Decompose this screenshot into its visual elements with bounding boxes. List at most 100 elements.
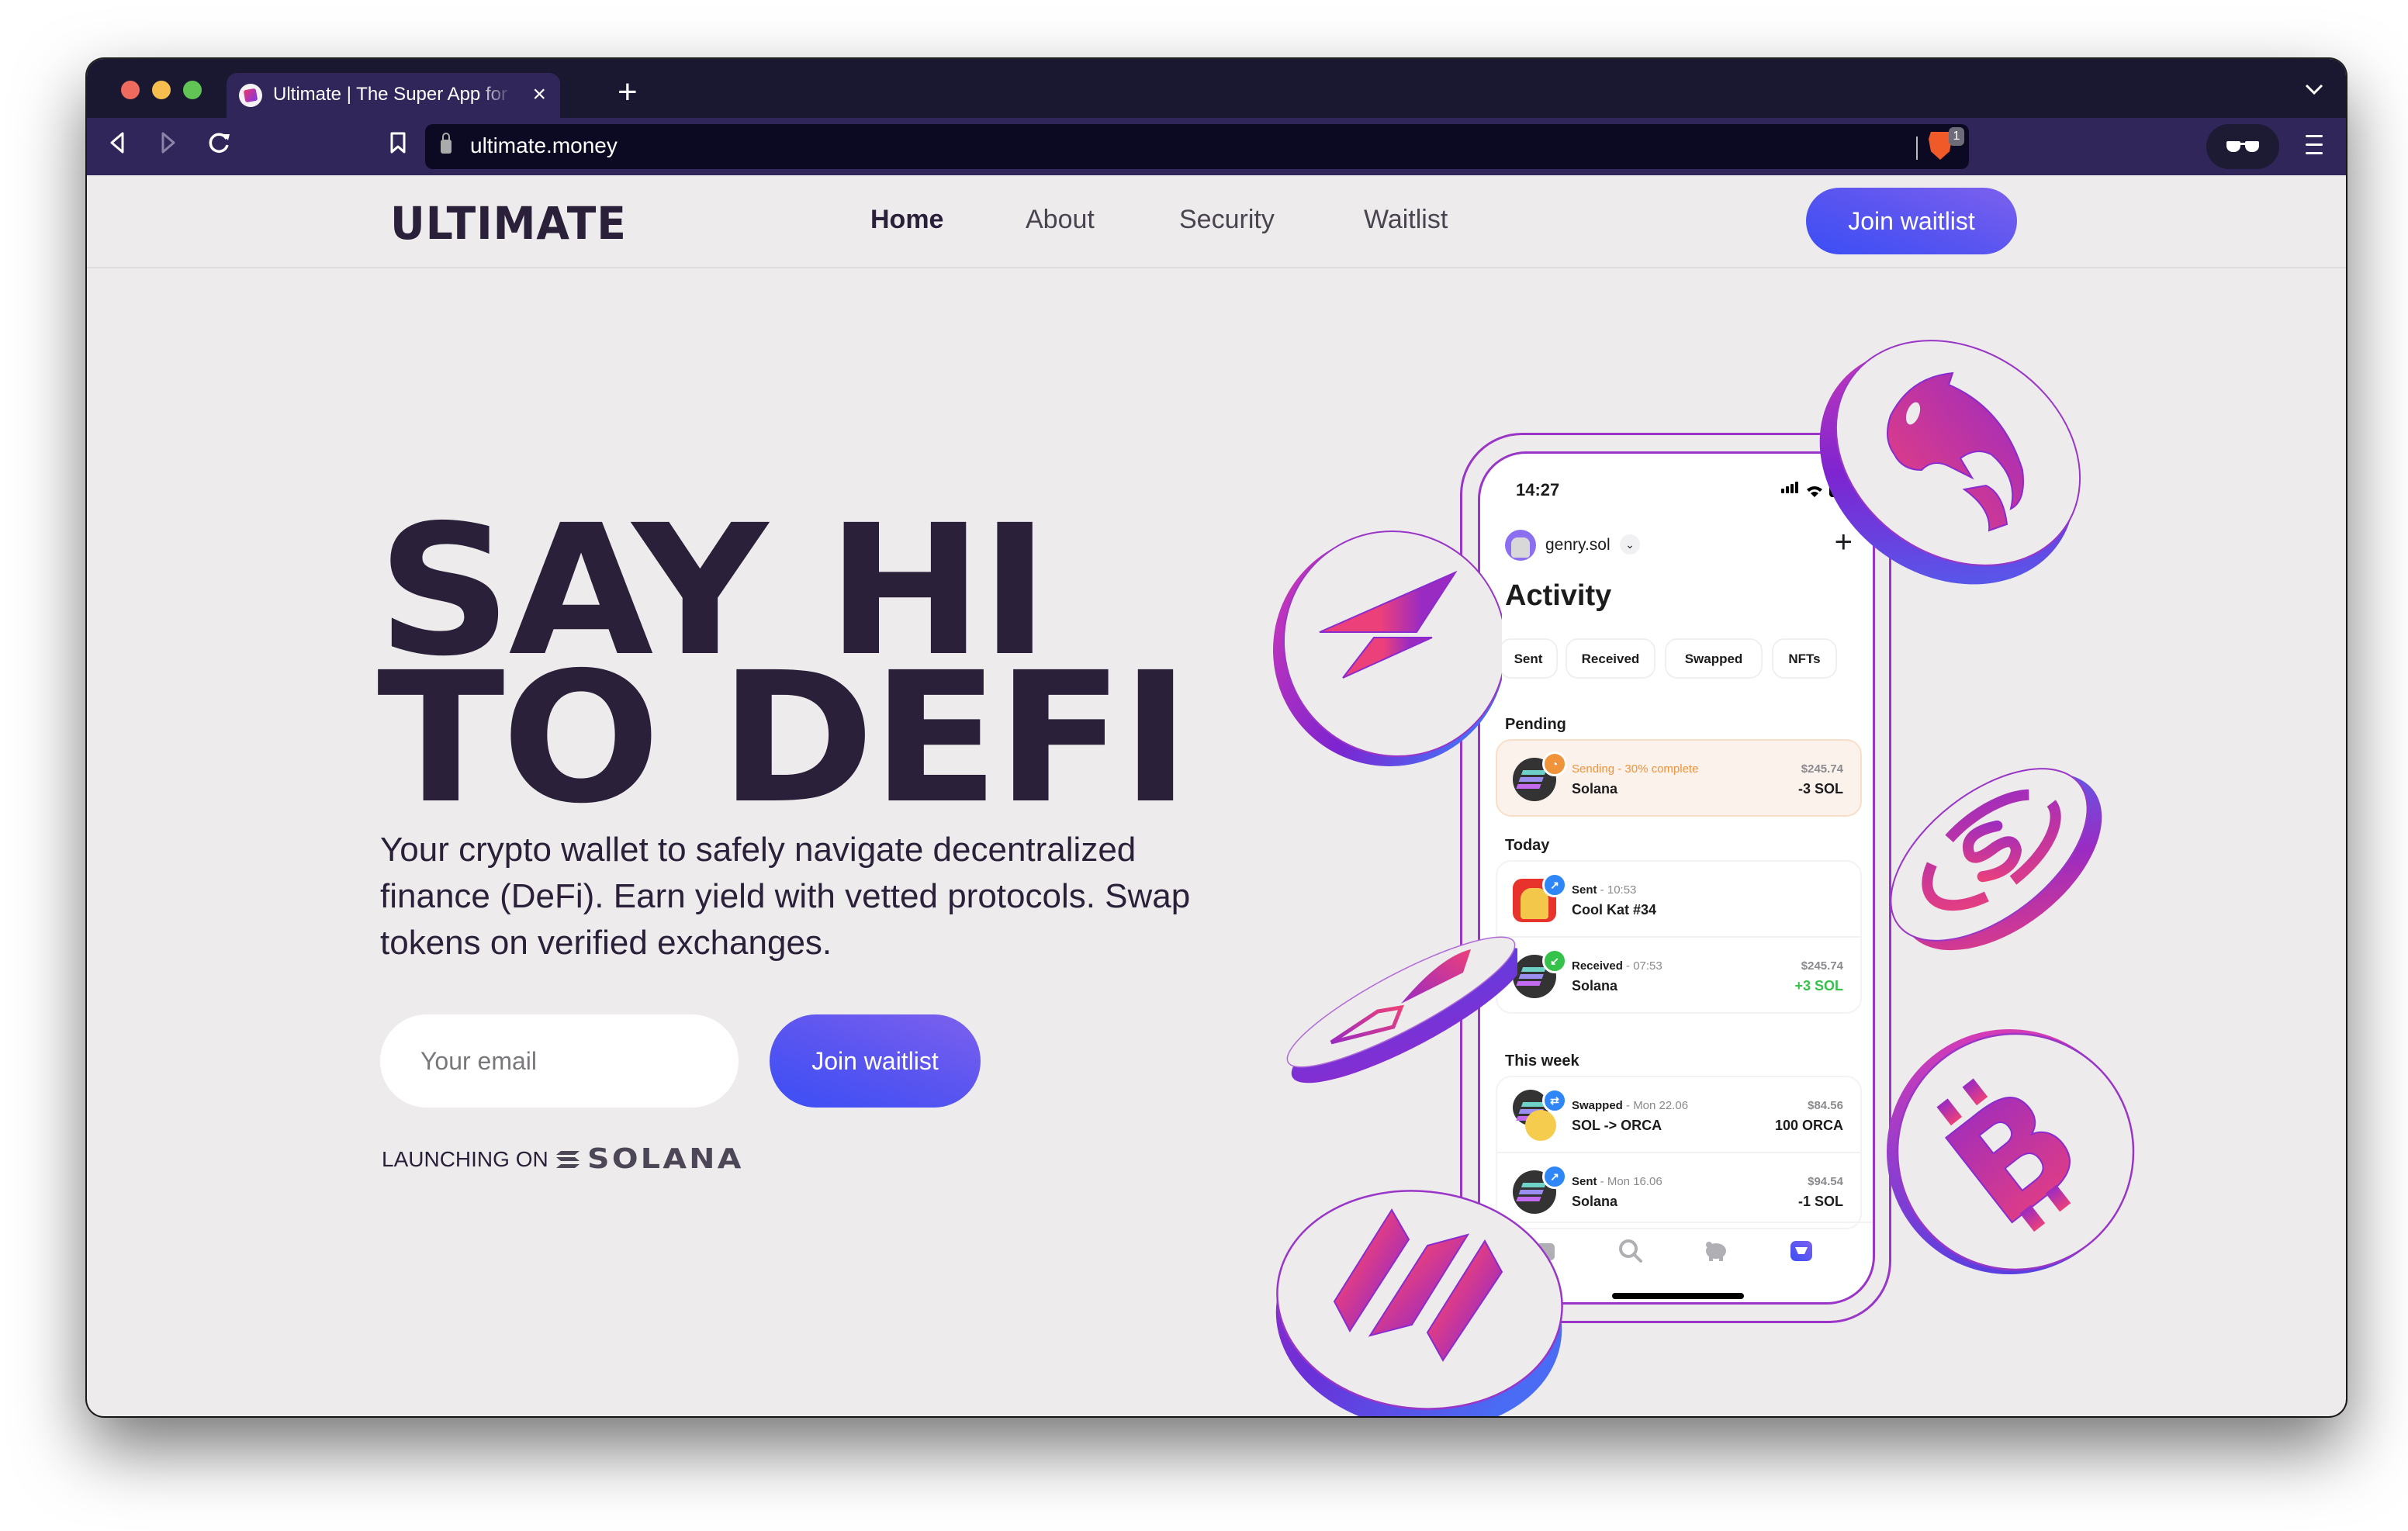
- activity-amount: -1 SOL: [1797, 1194, 1843, 1209]
- status-meta: - Mon 22.06: [1622, 1099, 1689, 1112]
- status-meta: - Mon 16.06: [1597, 1175, 1662, 1188]
- forward-arrow-icon: [161, 132, 175, 154]
- nav-waitlist[interactable]: Waitlist: [1364, 205, 1448, 235]
- nav-home[interactable]: Home: [870, 205, 943, 235]
- activity-status: Swapped - Mon 22.06: [1572, 1099, 1688, 1112]
- activity-row[interactable]: ↗ Sent - 10:53 Cool Kat #34: [1497, 862, 1860, 936]
- today-card: ↗ Sent - 10:53 Cool Kat #34 ↙ Received -…: [1496, 860, 1862, 1014]
- status-meta: - 07:53: [1622, 959, 1662, 973]
- browser-window: Ultimate | The Super App for all × + ult…: [87, 59, 2346, 1416]
- usdc-coin: [1890, 768, 2102, 951]
- hero-join-waitlist-button[interactable]: Join waitlist: [770, 1014, 981, 1108]
- address-bar-divider: [1916, 137, 1918, 160]
- activity-status: Received - 07:53: [1572, 959, 1662, 973]
- email-input[interactable]: [380, 1014, 739, 1108]
- sunglasses-bridge: [2239, 143, 2247, 145]
- tab-list-chevron-icon[interactable]: [2304, 76, 2324, 101]
- back-arrow-icon: [110, 132, 124, 154]
- launching-on-solana: LAUNCHING ON SOLANA: [382, 1143, 741, 1175]
- activity-status: Sent - 10:53: [1572, 883, 1636, 897]
- arrow-up-right-icon: ↗: [1542, 873, 1567, 897]
- bitcoin-coin: B: [1887, 1029, 2135, 1274]
- activity-usd: $245.74: [1801, 959, 1843, 973]
- activity-name: Cool Kat #34: [1572, 902, 1657, 918]
- account-name[interactable]: genry.sol: [1545, 536, 1611, 555]
- back-button[interactable]: [109, 130, 126, 161]
- filter-nfts[interactable]: NFTs: [1772, 638, 1837, 679]
- bookmark-button[interactable]: [389, 130, 407, 161]
- header-join-waitlist-button[interactable]: Join waitlist: [1806, 188, 2017, 254]
- lightning-coin: [1273, 530, 1502, 766]
- bookmark-icon: [390, 132, 406, 154]
- activity-title: Activity: [1505, 579, 1612, 612]
- solana-stripes-coin: [1275, 1190, 1563, 1416]
- status-meta: - 10:53: [1597, 883, 1637, 897]
- clock-icon: ◔: [1542, 752, 1567, 776]
- launching-label: LAUNCHING ON: [382, 1146, 548, 1171]
- activity-usd: $94.54: [1808, 1175, 1843, 1188]
- tab-close-button[interactable]: ×: [532, 81, 546, 109]
- reload-button[interactable]: [208, 130, 231, 161]
- activity-usd: $245.74: [1801, 762, 1843, 776]
- activity-name: Solana: [1572, 781, 1618, 797]
- solana-logo-icon: [555, 1150, 580, 1168]
- signal-icon: [1781, 482, 1800, 497]
- headline-line-2: TO DEFI: [377, 634, 1190, 843]
- status-label: Received: [1572, 959, 1623, 973]
- home-indicator: [1612, 1293, 1744, 1299]
- hamburger-menu-icon[interactable]: [2306, 135, 2323, 158]
- account-chevron-down-icon[interactable]: ⌄: [1620, 534, 1640, 555]
- forward-button[interactable]: [160, 130, 177, 161]
- url-text: ultimate.money: [470, 133, 618, 157]
- solana-wordmark: SOLANA: [586, 1143, 744, 1175]
- activity-name: SOL -> ORCA: [1572, 1118, 1662, 1133]
- activity-name: Solana: [1572, 1194, 1618, 1209]
- inbox-icon[interactable]: [1787, 1237, 1815, 1265]
- new-tab-button[interactable]: +: [618, 73, 638, 112]
- activity-amount: +3 SOL: [1794, 978, 1843, 994]
- section-title-pending: Pending: [1505, 716, 1566, 733]
- arrow-coin: [1286, 936, 1517, 1083]
- sunglasses-icon-lens: [2245, 141, 2259, 152]
- nav-security[interactable]: Security: [1179, 205, 1275, 235]
- activity-amount: -3 SOL: [1797, 781, 1843, 797]
- browser-toolbar: ultimate.money 1: [87, 118, 2346, 175]
- swap-icon: ⇄: [1542, 1088, 1567, 1113]
- activity-amount: 100 ORCA: [1774, 1118, 1843, 1133]
- close-window-button[interactable]: [121, 81, 140, 99]
- filter-swapped[interactable]: Swapped: [1665, 638, 1763, 679]
- reload-icon: [209, 133, 230, 153]
- activity-row[interactable]: ⇄ Swapped - Mon 22.06 SOL -> ORCA $84.56…: [1497, 1077, 1860, 1152]
- shields-count-badge: 1: [1949, 127, 1964, 146]
- browser-tab[interactable]: Ultimate | The Super App for all ×: [227, 73, 560, 118]
- minimize-window-button[interactable]: [152, 81, 171, 99]
- section-title-today: Today: [1505, 837, 1550, 854]
- activity-status: Sending - 30% complete: [1572, 762, 1699, 776]
- orca-coin: [1819, 340, 2081, 585]
- activity-name: Solana: [1572, 978, 1618, 994]
- arrow-down-left-icon: ↙: [1542, 949, 1567, 973]
- activity-usd: $84.56: [1808, 1099, 1843, 1112]
- activity-row[interactable]: ↙ Received - 07:53 Solana $245.74 +3 SOL: [1497, 936, 1860, 1012]
- status-time: 14:27: [1516, 480, 1560, 499]
- activity-row[interactable]: ◔ Sending - 30% complete Solana $245.74 …: [1497, 741, 1860, 815]
- tab-strip: Ultimate | The Super App for all × +: [87, 59, 2346, 118]
- pending-card: ◔ Sending - 30% complete Solana $245.74 …: [1496, 739, 1862, 817]
- nav-about[interactable]: About: [1026, 205, 1095, 235]
- private-window-button[interactable]: [2206, 124, 2279, 169]
- orca-token-icon: [1525, 1110, 1556, 1141]
- status-label: Sent: [1572, 883, 1597, 897]
- maximize-window-button[interactable]: [183, 81, 202, 99]
- search-icon[interactable]: [1617, 1237, 1645, 1265]
- tab-title: Ultimate | The Super App for all: [273, 84, 514, 105]
- account-avatar[interactable]: [1505, 530, 1536, 561]
- filter-received[interactable]: Received: [1566, 638, 1656, 679]
- status-label: Swapped: [1572, 1099, 1623, 1112]
- site-header: ULTIMATE Home About Security Waitlist Jo…: [87, 175, 2346, 268]
- address-bar[interactable]: ultimate.money 1: [425, 124, 1969, 169]
- ultimate-logo[interactable]: ULTIMATE: [390, 197, 627, 250]
- lock-icon: [441, 133, 452, 154]
- filter-sent[interactable]: Sent: [1499, 638, 1558, 679]
- piggy-bank-icon[interactable]: [1702, 1237, 1730, 1265]
- hero-subtitle: Your crypto wallet to safely navigate de…: [380, 831, 1191, 962]
